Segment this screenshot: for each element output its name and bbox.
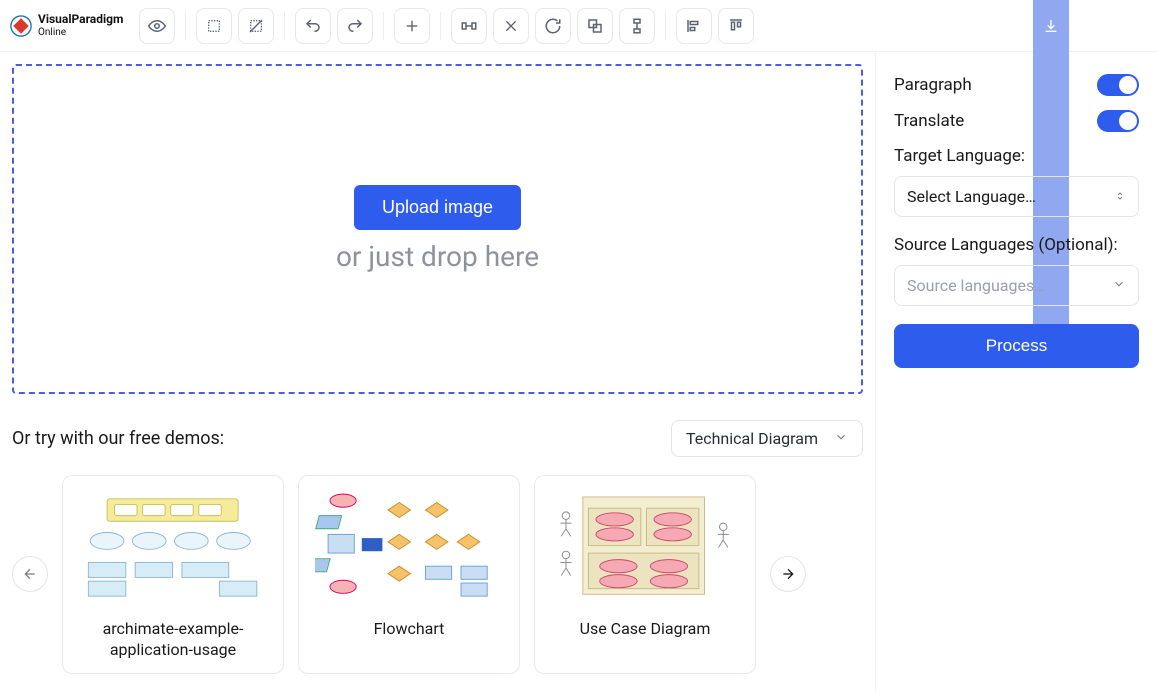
demo-card-usecase[interactable]: Use Case Diagram xyxy=(534,475,756,674)
drop-hint-text: or just drop here xyxy=(336,240,539,273)
preview-button[interactable] xyxy=(139,8,175,44)
options-panel: Paragraph Translate Target Language: Sel… xyxy=(875,52,1157,692)
demo-category-select[interactable]: Technical Diagram xyxy=(671,420,863,457)
toolbar: VisualParadigm Online xyxy=(0,0,1157,52)
demo-card-title: Use Case Diagram xyxy=(574,618,717,640)
logo-text-sub: Online xyxy=(38,27,123,38)
merge-horizontal-button[interactable] xyxy=(451,8,487,44)
rotate-button[interactable] xyxy=(535,8,571,44)
paragraph-toggle[interactable] xyxy=(1097,74,1139,96)
select-button[interactable] xyxy=(196,8,232,44)
target-language-select[interactable]: Select Language… xyxy=(894,176,1139,217)
source-language-value: Source languages… xyxy=(907,276,1045,295)
redo-button[interactable] xyxy=(337,8,373,44)
align-left-button[interactable] xyxy=(676,8,712,44)
select-chevron-icon xyxy=(1114,187,1126,206)
upload-button[interactable]: Upload image xyxy=(354,185,521,230)
logo-text-main: VisualParadigm xyxy=(38,12,123,26)
demo-category-value: Technical Diagram xyxy=(686,429,818,448)
align-top-button[interactable] xyxy=(718,8,754,44)
carousel-prev-button[interactable] xyxy=(12,556,48,592)
upload-dropzone[interactable]: Upload image or just drop here xyxy=(12,64,863,394)
demos-heading: Or try with our free demos: xyxy=(12,428,224,449)
demo-card-title: Flowchart xyxy=(368,618,451,640)
source-language-label: Source Languages (Optional): xyxy=(894,235,1139,255)
app-logo[interactable]: VisualParadigm Online xyxy=(10,13,123,37)
chevron-down-icon xyxy=(1112,276,1126,295)
demo-card-archimate[interactable]: archimate-example-application-usage xyxy=(62,475,284,674)
process-button[interactable]: Process xyxy=(894,324,1139,368)
deselect-button[interactable] xyxy=(238,8,274,44)
demo-card-flowchart[interactable]: Flowchart xyxy=(298,475,520,674)
source-language-select[interactable]: Source languages… xyxy=(894,265,1139,306)
carousel-next-button[interactable] xyxy=(770,556,806,592)
demos-carousel: archimate-example-application-usage xyxy=(12,475,863,674)
demo-thumb xyxy=(305,482,513,610)
group-button[interactable] xyxy=(577,8,613,44)
target-language-label: Target Language: xyxy=(894,146,1139,166)
add-button[interactable] xyxy=(394,8,430,44)
undo-button[interactable] xyxy=(295,8,331,44)
split-vertical-button[interactable] xyxy=(619,8,655,44)
logo-icon xyxy=(10,15,32,37)
close-button[interactable] xyxy=(493,8,529,44)
target-language-value: Select Language… xyxy=(907,187,1036,206)
chevron-down-icon xyxy=(834,429,848,448)
demo-thumb xyxy=(69,482,277,610)
demo-card-title: archimate-example-application-usage xyxy=(69,618,277,661)
translate-label: Translate xyxy=(894,111,964,131)
paragraph-label: Paragraph xyxy=(894,75,972,95)
demo-thumb xyxy=(541,482,749,610)
translate-toggle[interactable] xyxy=(1097,110,1139,132)
